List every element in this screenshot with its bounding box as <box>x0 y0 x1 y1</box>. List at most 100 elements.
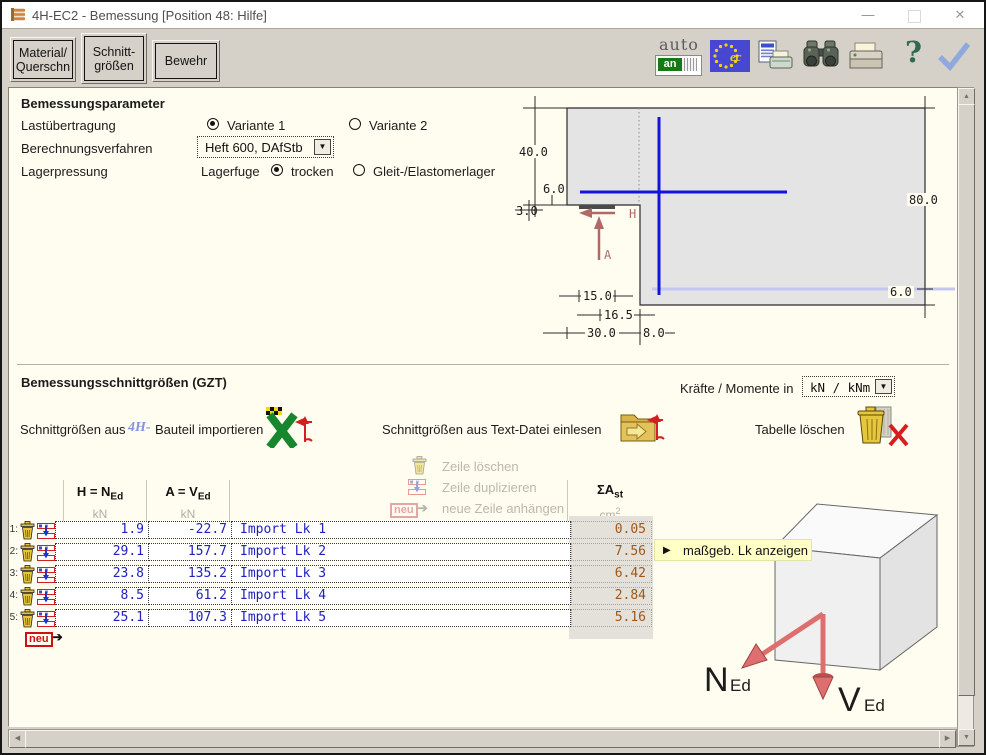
row-number: 1: <box>9 524 18 535</box>
loadcase-name-input[interactable]: Import Lk 2 <box>231 543 571 561</box>
import-bauteil-icon[interactable] <box>266 406 314 448</box>
tab-bewehrung[interactable]: Bewehr <box>152 40 220 82</box>
duplicate-row-icon[interactable] <box>37 611 55 627</box>
print-preview-icon[interactable] <box>758 40 794 71</box>
eurocode-icon[interactable]: ec <box>710 40 750 72</box>
clear-table-icon[interactable] <box>854 405 910 447</box>
title-bar: 4H-EC2 - Bemessung [Position 48: Hilfe] … <box>2 2 984 28</box>
legend-delete-label: Zeile löschen <box>442 459 519 474</box>
a-force-input[interactable]: 107.3 <box>148 609 232 627</box>
auto-toggle[interactable]: an <box>655 55 702 76</box>
radio-variante-2[interactable] <box>349 118 361 130</box>
duplicate-row-icon[interactable] <box>37 567 55 583</box>
import-suffix-label: Bauteil importieren <box>155 422 263 437</box>
duplicate-row-icon[interactable] <box>37 523 55 539</box>
delete-row-icon[interactable] <box>20 587 35 606</box>
delete-row-icon[interactable] <box>20 609 35 628</box>
section-divider <box>17 364 949 365</box>
svg-text:8.0: 8.0 <box>643 326 665 340</box>
duplicate-row-icon[interactable] <box>37 545 55 561</box>
import-prefix-label: Schnittgrößen aus <box>20 422 126 437</box>
help-icon[interactable]: ? <box>905 35 922 69</box>
legend-duplicate-label: Zeile duplizieren <box>442 480 537 495</box>
radio-variante-1[interactable] <box>207 118 219 130</box>
horizontal-scroll-thumb[interactable] <box>25 730 942 748</box>
radio-variante-2-label: Variante 2 <box>369 118 427 133</box>
column-separator <box>229 480 230 524</box>
delete-row-icon[interactable] <box>20 521 35 540</box>
radio-trocken[interactable] <box>271 164 283 176</box>
scroll-up-button[interactable]: ▲ <box>958 88 975 105</box>
append-row-button[interactable]: neu➔ <box>25 629 63 647</box>
a-force-input[interactable]: 61.2 <box>148 587 232 605</box>
table-row: 3: 23.8 135.2 Import Lk 3 6.42 <box>9 565 689 585</box>
4h-logo: 4H- <box>128 420 151 436</box>
close-button[interactable]: ✕ <box>950 6 970 24</box>
force-cube-graphic: N Ed V Ed <box>692 497 958 725</box>
svg-text:ec: ec <box>730 49 742 64</box>
vertical-scrollbar[interactable]: ▲ ▼ <box>957 87 974 747</box>
delete-row-icon[interactable] <box>20 543 35 562</box>
row-number: 2: <box>9 546 18 557</box>
radio-trocken-label: trocken <box>291 164 334 179</box>
column-header-h: H = NEd <box>55 484 145 503</box>
tab-schnittgroessen[interactable]: Schnitt- größen <box>81 33 147 84</box>
section-drawing: 40.0 6.0 3.0 80.0 6.0 <box>515 88 958 354</box>
binoculars-icon[interactable] <box>801 40 841 71</box>
vertical-scroll-thumb[interactable] <box>958 104 975 696</box>
svg-text:6.0: 6.0 <box>890 285 912 299</box>
svg-text:16.5: 16.5 <box>604 308 633 322</box>
forces-title: Bemessungsschnittgrößen (GZT) <box>21 375 227 390</box>
auto-label: auto <box>659 35 699 54</box>
h-force-input[interactable]: 29.1 <box>55 543 149 561</box>
params-title: Bemessungsparameter <box>21 96 165 111</box>
h-force-input[interactable]: 1.9 <box>55 521 149 539</box>
app-window: 4H-EC2 - Bemessung [Position 48: Hilfe] … <box>0 0 986 755</box>
svg-text:6.0: 6.0 <box>543 182 565 196</box>
units-dropdown[interactable]: kN / kNm ▼ <box>802 376 895 397</box>
a-force-input[interactable]: 135.2 <box>148 565 232 583</box>
joint-label: Lagerfuge <box>201 164 260 179</box>
delete-row-icon[interactable] <box>20 565 35 584</box>
legend-append-row-icon: neu➔ <box>390 500 428 518</box>
h-force-input[interactable]: 8.5 <box>55 587 149 605</box>
auto-toggle-off-stripes <box>682 58 697 71</box>
force-h-arrow: H <box>579 207 636 221</box>
a-force-input[interactable]: -22.7 <box>148 521 232 539</box>
scroll-left-button[interactable]: ◀ <box>9 730 26 748</box>
row-number: 5: <box>9 612 18 623</box>
confirm-check-icon[interactable] <box>936 39 972 72</box>
play-icon: ▶ <box>663 545 671 556</box>
h-force-input[interactable]: 23.8 <box>55 565 149 583</box>
column-header-a: A = VEd <box>148 484 228 503</box>
loadcase-name-input[interactable]: Import Lk 1 <box>231 521 571 539</box>
maximize-button[interactable] <box>908 10 921 23</box>
scroll-right-button[interactable]: ▶ <box>939 730 956 748</box>
loadcase-name-input[interactable]: Import Lk 3 <box>231 565 571 583</box>
show-governing-loadcase-button[interactable]: ▶ maßgeb. Lk anzeigen <box>654 539 812 561</box>
duplicate-row-icon[interactable] <box>37 589 55 605</box>
a-force-input[interactable]: 157.7 <box>148 543 232 561</box>
h-force-input[interactable]: 25.1 <box>55 609 149 627</box>
loadcase-name-input[interactable]: Import Lk 5 <box>231 609 571 627</box>
table-row: 5: 25.1 107.3 Import Lk 5 5.16 <box>9 609 689 629</box>
horizontal-scrollbar[interactable]: ◀ ▶ <box>8 729 957 747</box>
cross-section-shape <box>567 108 925 305</box>
read-textfile-icon[interactable] <box>619 408 665 446</box>
dropdown-arrow-icon[interactable]: ▼ <box>314 139 331 155</box>
printer-icon[interactable] <box>848 42 884 71</box>
ast-result-value: 7.56 <box>571 543 652 561</box>
units-dropdown-value: kN / kNm <box>810 380 870 395</box>
svg-text:3.0: 3.0 <box>516 204 538 218</box>
loadcase-name-input[interactable]: Import Lk 4 <box>231 587 571 605</box>
dropdown-arrow-icon[interactable]: ▼ <box>875 379 892 394</box>
tab-material-querschnitt[interactable]: Material/ Querschn <box>10 37 76 82</box>
svg-text:Ed: Ed <box>730 676 751 695</box>
scroll-down-button[interactable]: ▼ <box>958 729 975 746</box>
read-textfile-label: Schnittgrößen aus Text-Datei einlesen <box>382 422 601 437</box>
row-number: 3: <box>9 568 18 579</box>
radio-gleitlager[interactable] <box>353 164 365 176</box>
minimize-button[interactable]: — <box>858 6 878 24</box>
auto-toggle-state: an <box>658 58 682 71</box>
method-dropdown[interactable]: Heft 600, DAfStb ▼ <box>197 136 334 158</box>
